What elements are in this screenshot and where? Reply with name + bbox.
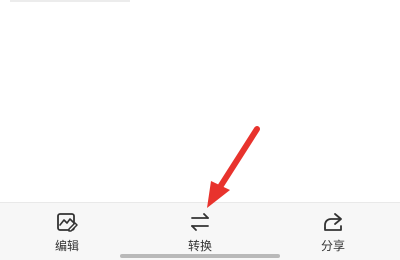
share-icon <box>324 213 342 231</box>
bottom-toolbar: 编辑 转换 分享 <box>0 202 400 260</box>
edit-label: 编辑 <box>54 239 79 253</box>
content-area <box>0 0 400 202</box>
image-edit-icon <box>57 213 78 232</box>
content-fragment <box>10 0 130 2</box>
home-indicator[interactable] <box>120 254 280 258</box>
convert-button[interactable]: 转换 <box>165 209 235 257</box>
share-button[interactable]: 分享 <box>298 209 368 257</box>
screen: 编辑 转换 分享 <box>0 0 400 260</box>
convert-label: 转换 <box>187 239 212 253</box>
share-label: 分享 <box>320 239 345 253</box>
edit-button[interactable]: 编辑 <box>32 209 102 257</box>
swap-arrows-icon <box>191 213 209 231</box>
